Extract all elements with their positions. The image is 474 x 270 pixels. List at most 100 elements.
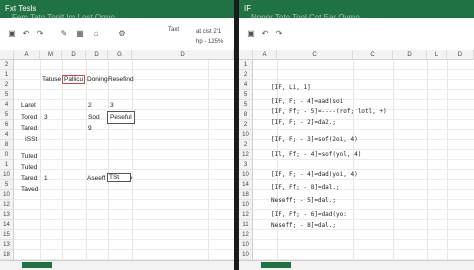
col-header[interactable]: D [86,50,108,60]
row-header[interactable]: 3 [239,160,253,170]
col-header[interactable]: L [427,50,447,60]
row-header[interactable]: 4 [239,80,253,90]
undo-icon[interactable]: ↶ [261,30,269,38]
cell[interactable]: Tuted [21,153,37,160]
row-header[interactable]: 10 [239,240,253,250]
row-header[interactable]: 5 [0,110,14,120]
cell[interactable]: 9 [88,125,92,132]
formula-cell[interactable]: [IF, F; - 2]=da2.; [271,119,336,126]
row-header[interactable]: 2 [239,140,253,150]
row-header[interactable]: 4 [0,100,14,110]
formula-cell[interactable]: [IF, F; - 3]=sof(2oi, 4) [271,136,358,143]
col-header[interactable]: D [132,50,234,60]
row-header[interactable]: 8 [239,110,253,120]
formula-cell[interactable]: Neseff; - 5]=dal.; [271,197,336,204]
cell[interactable]: Aseeff [87,175,105,182]
col-header[interactable]: C [353,50,393,60]
cell[interactable]: Taved [21,186,38,193]
row-header[interactable]: 4 [0,130,14,140]
cell[interactable]: Resefind [108,76,134,83]
col-header[interactable]: D [447,50,474,60]
row-header[interactable]: 13 [0,240,14,250]
row-header[interactable]: 18 [239,190,253,200]
row-header[interactable]: 10 [239,170,253,180]
row-header[interactable]: 12 [0,200,14,210]
row-header[interactable]: 12 [239,230,253,240]
formula-cell[interactable]: [IF, Ff; - 5]=----(rof; lotl, +) [271,108,387,115]
cell-editing[interactable]: TSt [107,173,131,182]
row-header[interactable]: 1 [239,60,253,70]
col-header[interactable]: M [40,50,62,60]
cell-selected[interactable]: Peseful [107,111,135,124]
row-header[interactable]: 18 [0,250,14,260]
row-header[interactable]: 5 [0,180,14,190]
row-header[interactable]: 2 [0,80,14,90]
row-header[interactable]: 5 [0,90,14,100]
formula-cell[interactable]: [IF, F; - 4]=dad(yoi, 4) [271,171,358,178]
sheet-grid[interactable]: A C C D L D 1 2 4 5 5 8 2 10 2 12 3 10 14 18 10 12 11 12 1… [239,50,474,270]
row-header[interactable]: 2 [239,120,253,130]
sheet-grid[interactable]: A M D D G D 2 1 2 5 4 5 6 4 8 0 1 10 5 10 12 13 14 15 13 18… [0,50,234,261]
row-header[interactable]: 10 [0,190,14,200]
row-header[interactable]: 14 [0,220,14,230]
cell[interactable]: Tuted [21,164,37,171]
row-header[interactable]: 10 [239,200,253,210]
corner-cell[interactable] [0,50,14,60]
cell[interactable]: Doning [87,76,108,83]
redo-icon[interactable]: ↷ [36,30,44,38]
formula-cell[interactable]: [IF, Li, 1] [271,84,311,91]
save-icon[interactable]: ▣ [8,30,16,38]
row-header[interactable]: 10 [0,170,14,180]
col-header[interactable]: A [14,50,40,60]
sheet-tab[interactable] [261,262,291,268]
col-header[interactable]: D [393,50,427,60]
formula-cell[interactable]: [IF, Ff; - 6]=dad(yo: [271,211,347,218]
cell[interactable]: Tared [21,125,37,132]
row-header[interactable]: 2 [0,60,14,70]
row-header[interactable]: 10 [239,130,253,140]
cell[interactable]: Sod [88,114,100,121]
redo-icon[interactable]: ↷ [275,30,283,38]
cell[interactable]: Tared [21,175,37,182]
cell[interactable]: 2 [88,102,92,109]
row-header[interactable]: 14 [239,180,253,190]
formula-cell[interactable]: [IF, Ff; - 8]=dal.; [271,184,340,191]
col-header[interactable]: G [108,50,132,60]
undo-icon[interactable]: ↶ [22,30,30,38]
row-header[interactable]: 2 [239,70,253,80]
cell[interactable]: Tored [21,114,37,121]
cell[interactable]: Laret [21,102,36,109]
row-header[interactable]: 0 [0,150,14,160]
col-header[interactable]: C [277,50,353,60]
row-header[interactable]: 8 [0,140,14,150]
row-header[interactable]: 13 [0,210,14,220]
sheet-tab[interactable] [22,262,52,268]
row-header[interactable]: 1 [0,70,14,80]
row-header[interactable]: 5 [239,90,253,100]
bold-icon[interactable]: ▦ [76,30,84,38]
row-header[interactable]: 12 [239,210,253,220]
chevron-right-icon[interactable]: › [130,173,133,182]
row-header[interactable]: 6 [0,120,14,130]
cell[interactable]: Tatuse [42,76,61,83]
row-header[interactable]: 1 [0,160,14,170]
row-header[interactable]: 11 [239,220,253,230]
italic-icon[interactable]: ⌂ [92,30,100,38]
formula-cell[interactable]: Neseff; - 8]=dal.; [271,222,336,229]
formula-cell[interactable]: [IF, F; - 4]=aad(soi [271,98,343,105]
cell[interactable]: 1 [44,175,48,182]
cell[interactable]: ISSt [25,136,37,143]
col-header[interactable]: D [62,50,86,60]
paste-icon[interactable]: ✎ [60,30,68,38]
col-header[interactable]: A [253,50,277,60]
save-icon[interactable]: ▣ [247,30,255,38]
corner-cell[interactable] [239,50,253,60]
row-header[interactable]: 10 [239,250,253,260]
row-header[interactable]: 12 [239,150,253,160]
formula-cell[interactable]: [Il, Ff; - 4]=sof(yol, 4) [271,151,361,158]
cell[interactable]: 3 [44,114,48,121]
row-header[interactable]: 15 [0,230,14,240]
cell[interactable]: 3 [110,102,114,109]
cell-selected-red[interactable]: Pallicu [62,75,86,84]
format-icon[interactable]: ⚙ [118,30,126,38]
